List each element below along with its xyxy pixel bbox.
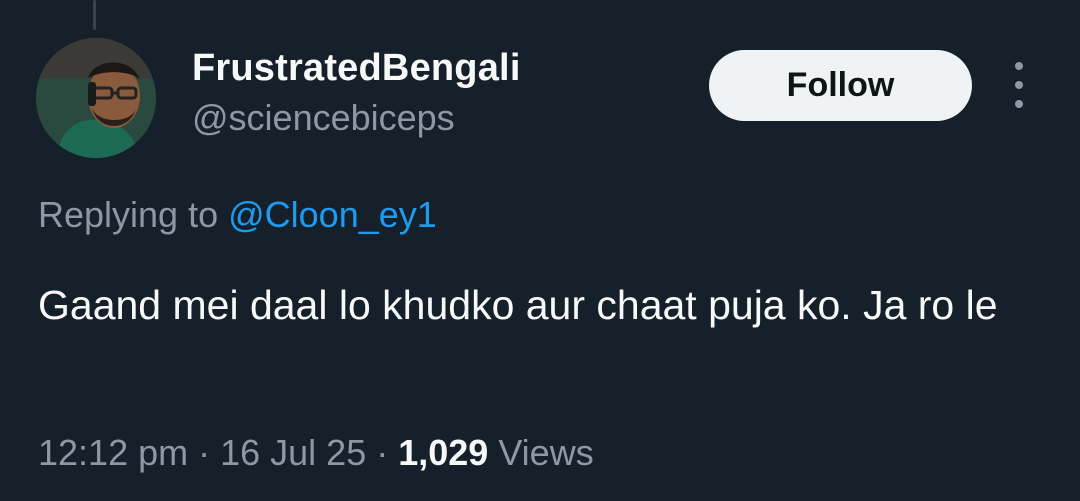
reply-mention-link[interactable]: @Cloon_ey1	[228, 194, 437, 235]
tweet-date[interactable]: 16 Jul 25	[220, 432, 366, 473]
author-info: FrustratedBengali @sciencebiceps	[192, 44, 521, 141]
replying-to-prefix: Replying to	[38, 194, 229, 235]
tweet-time[interactable]: 12:12 pm	[38, 432, 188, 473]
follow-button[interactable]: Follow	[709, 50, 972, 121]
more-dot	[1015, 100, 1023, 108]
meta-separator: ·	[366, 432, 399, 473]
more-dot	[1015, 81, 1023, 89]
author-display-name[interactable]: FrustratedBengali	[192, 44, 521, 92]
author-handle[interactable]: @sciencebiceps	[192, 95, 521, 141]
tweet-meta: 12:12 pm · 16 Jul 25 · 1,029 Views	[38, 430, 594, 476]
views-label: Views	[488, 432, 594, 473]
tweet-text: Gaand mei daal lo khudko aur chaat puja …	[38, 282, 998, 328]
views-count: 1,029	[398, 432, 489, 473]
thread-connector-line	[93, 0, 96, 30]
replying-to-line: Replying to @Cloon_ey1	[38, 192, 437, 238]
more-dot	[1015, 62, 1023, 70]
avatar[interactable]	[36, 38, 156, 158]
meta-separator: ·	[188, 432, 221, 473]
avatar-image	[36, 38, 156, 158]
more-vertical-icon[interactable]	[1004, 62, 1034, 108]
